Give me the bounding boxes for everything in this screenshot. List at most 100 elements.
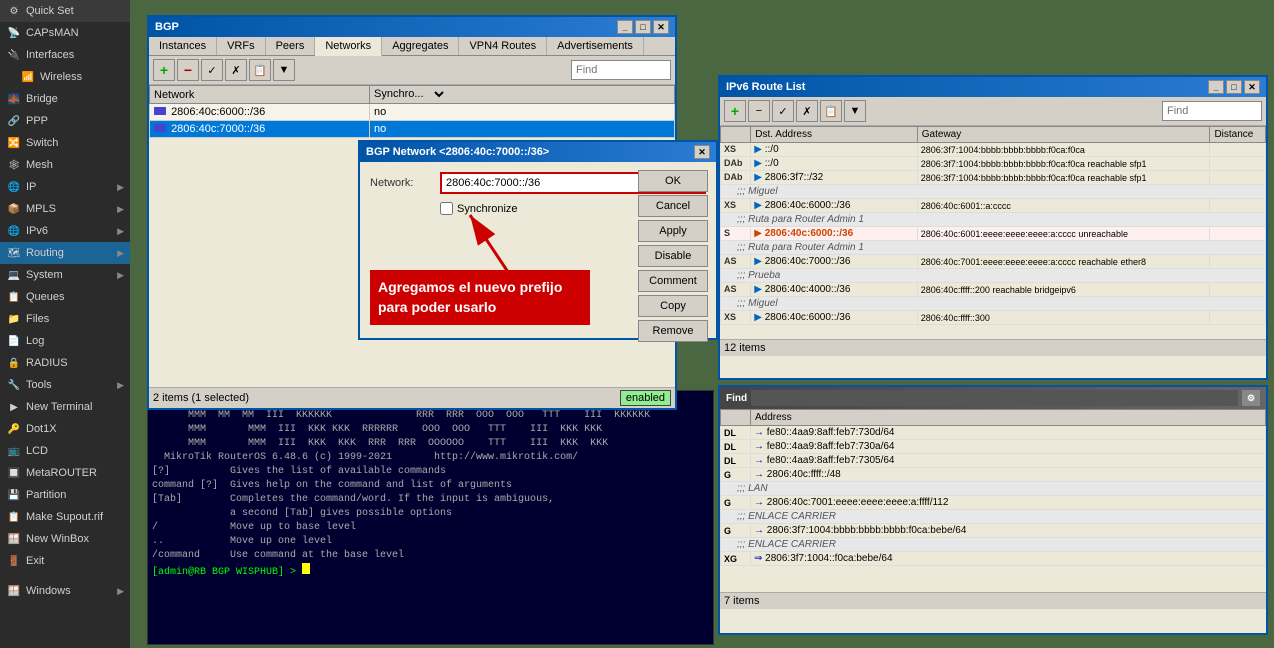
dialog-apply-btn[interactable]: Apply [638,220,708,242]
ipv6-maximize-btn[interactable]: □ [1226,80,1242,94]
list-item[interactable]: XG ⇒ 2806:3f7:1004::f0ca:bebe/64 [721,552,1266,566]
list-item[interactable]: ;;; ENLACE CARRIER [721,510,1266,524]
sidebar-item-switch[interactable]: 🔀 Switch [0,132,130,154]
table-row[interactable]: DAb ▶ ::/0 2806:3f7:1004:bbbb:bbbb:bbbb:… [721,157,1266,171]
ipv6-close-btn[interactable]: ✕ [1244,80,1260,94]
bgp-minimize-btn[interactable]: _ [617,20,633,34]
sidebar-item-metarouter[interactable]: 🔲 MetaROUTER [0,462,130,484]
sidebar-item-ipv6[interactable]: 🌐 IPv6 ▶ [0,220,130,242]
sidebar-item-files[interactable]: 📁 Files [0,308,130,330]
tab-vrfs[interactable]: VRFs [217,37,266,55]
ipv6-find-input[interactable] [1162,101,1262,121]
tab-peers[interactable]: Peers [266,37,316,55]
table-row[interactable]: ;;; Miguel [721,185,1266,199]
sidebar-item-queues[interactable]: 📋 Queues [0,286,130,308]
addr-count: 7 items [720,592,1266,609]
sidebar-item-radius[interactable]: 🔒 RADIUS [0,352,130,374]
table-row[interactable]: XS ▶ 2806:40c:6000::/36 2806:40c:6001::a… [721,199,1266,213]
bgp-close-btn[interactable]: ✕ [653,20,669,34]
dialog-close-btn[interactable]: ✕ [694,145,710,159]
sidebar-label-ppp: PPP [26,115,48,127]
table-row[interactable]: ;;; Prueba [721,269,1266,283]
sidebar-item-mpls[interactable]: 📦 MPLS ▶ [0,198,130,220]
sidebar-item-capsman[interactable]: 📡 CAPsMAN [0,22,130,44]
dialog-disable-btn[interactable]: Disable [638,245,708,267]
sidebar-label-mpls: MPLS [26,203,56,215]
sidebar-item-tools[interactable]: 🔧 Tools ▶ [0,374,130,396]
tab-vpn4routes[interactable]: VPN4 Routes [459,37,547,55]
synchronize-checkbox[interactable] [440,202,453,215]
sidebar-item-ppp[interactable]: 🔗 PPP [0,110,130,132]
sidebar-item-routing[interactable]: 🗺 Routing ▶ [0,242,130,264]
list-item[interactable]: ;;; LAN [721,482,1266,496]
routing-arrow: ▶ [117,248,124,259]
addr-options-btn[interactable]: ⚙ [1242,390,1260,406]
dialog-ok-btn[interactable]: OK [638,170,708,192]
terminal-window[interactable]: MMM MMMM MMM III KKK KKK RRRRRR OOOOOO T… [147,390,714,645]
tab-aggregates[interactable]: Aggregates [382,37,459,55]
table-row[interactable]: S ▶ 2806:40c:6000::/36 2806:40c:6001:eee… [721,227,1266,241]
bgp-check-btn[interactable]: ✓ [201,59,223,81]
terminal-line: /command Use command at the base level [152,549,709,563]
table-row[interactable]: ;;; Miguel [721,297,1266,311]
sidebar-item-supout[interactable]: 📋 Make Supout.rif [0,506,130,528]
table-row[interactable]: AS ▶ 2806:40c:7000::/36 2806:40c:7001:ee… [721,255,1266,269]
sidebar-item-log[interactable]: 📄 Log [0,330,130,352]
sidebar-item-windows[interactable]: 🪟 Windows ▶ [0,580,130,602]
tab-advertisements[interactable]: Advertisements [547,37,644,55]
bgp-sync-select[interactable] [427,88,447,101]
dialog-copy-btn[interactable]: Copy [638,295,708,317]
sidebar-item-new-terminal[interactable]: ▶ New Terminal [0,396,130,418]
bgp-maximize-btn[interactable]: □ [635,20,651,34]
addr-find-input[interactable] [751,390,1238,406]
tab-networks[interactable]: Networks [315,37,382,56]
dialog-remove-btn[interactable]: Remove [638,320,708,342]
sidebar-item-quickset[interactable]: ⚙ Quick Set [0,0,130,22]
sidebar-item-system[interactable]: 💻 System ▶ [0,264,130,286]
dialog-cancel-btn[interactable]: Cancel [638,195,708,217]
dialog-comment-btn[interactable]: Comment [638,270,708,292]
sidebar-item-new-winbox[interactable]: 🪟 New WinBox [0,528,130,550]
sidebar-item-interfaces[interactable]: 🔌 Interfaces [0,44,130,66]
table-row[interactable]: 2806:40c:7000::/36 no [150,121,675,138]
ipv6-remove-btn[interactable]: − [748,100,770,122]
list-item[interactable]: DL → fe80::4aa9:8aff:feb7:7305/64 [721,454,1266,468]
table-row[interactable]: DAb ▶ 2806:3f7::/32 2806:3f7:1004:bbbb:b… [721,171,1266,185]
table-row[interactable]: ;;; Ruta para Router Admin 1 [721,213,1266,227]
sidebar-item-lcd[interactable]: 📺 LCD [0,440,130,462]
ipv6-minimize-btn[interactable]: _ [1208,80,1224,94]
list-item[interactable]: DL → fe80::4aa9:8aff:feb7:730a/64 [721,440,1266,454]
ipv6-add-btn[interactable]: + [724,100,746,122]
sidebar-item-wireless[interactable]: 📶 Wireless [0,66,130,88]
table-row[interactable]: XS ▶ ::/0 2806:3f7:1004:bbbb:bbbb:bbbb:f… [721,143,1266,157]
sidebar-label-switch: Switch [26,137,58,149]
bgp-remove-btn[interactable]: − [177,59,199,81]
ipv6-count: 12 items [720,339,1266,356]
list-item[interactable]: ;;; ENLACE CARRIER [721,538,1266,552]
bgp-filter-btn[interactable]: ▼ [273,59,295,81]
list-item[interactable]: G → 2806:3f7:1004:bbbb:bbbb:bbbb:f0ca:be… [721,524,1266,538]
bgp-add-btn[interactable]: + [153,59,175,81]
sidebar-item-partition[interactable]: 💾 Partition [0,484,130,506]
ipv6-x-btn[interactable]: ✗ [796,100,818,122]
bgp-find-input[interactable] [571,60,671,80]
table-row[interactable]: 2806:40c:6000::/36 no [150,104,675,121]
sidebar-item-bridge[interactable]: 🌉 Bridge [0,88,130,110]
list-item[interactable]: G → 2806:40c:ffff::/48 [721,468,1266,482]
ipv6-copy-btn[interactable]: 📋 [820,100,842,122]
tab-instances[interactable]: Instances [149,37,217,55]
bgp-copy-btn[interactable]: 📋 [249,59,271,81]
list-item[interactable]: DL → fe80::4aa9:8aff:feb7:730d/64 [721,426,1266,440]
list-item[interactable]: G → 2806:40c:7001:eeee:eeee:eeee:a:ffff/… [721,496,1266,510]
table-row[interactable]: AS ▶ 2806:40c:4000::/36 2806:40c:ffff::2… [721,283,1266,297]
sidebar-item-ip[interactable]: 🌐 IP ▶ [0,176,130,198]
bgp-x-btn[interactable]: ✗ [225,59,247,81]
table-row[interactable]: XS ▶ 2806:40c:6000::/36 2806:40c:ffff::3… [721,311,1266,325]
ipv6-filter-btn[interactable]: ▼ [844,100,866,122]
sidebar-item-exit[interactable]: 🚪 Exit [0,550,130,572]
sidebar-item-mesh[interactable]: 🕸 Mesh [0,154,130,176]
sidebar-item-dot1x[interactable]: 🔑 Dot1X [0,418,130,440]
comment-cell: ;;; Miguel [721,297,1266,311]
table-row[interactable]: ;;; Ruta para Router Admin 1 [721,241,1266,255]
ipv6-check-btn[interactable]: ✓ [772,100,794,122]
